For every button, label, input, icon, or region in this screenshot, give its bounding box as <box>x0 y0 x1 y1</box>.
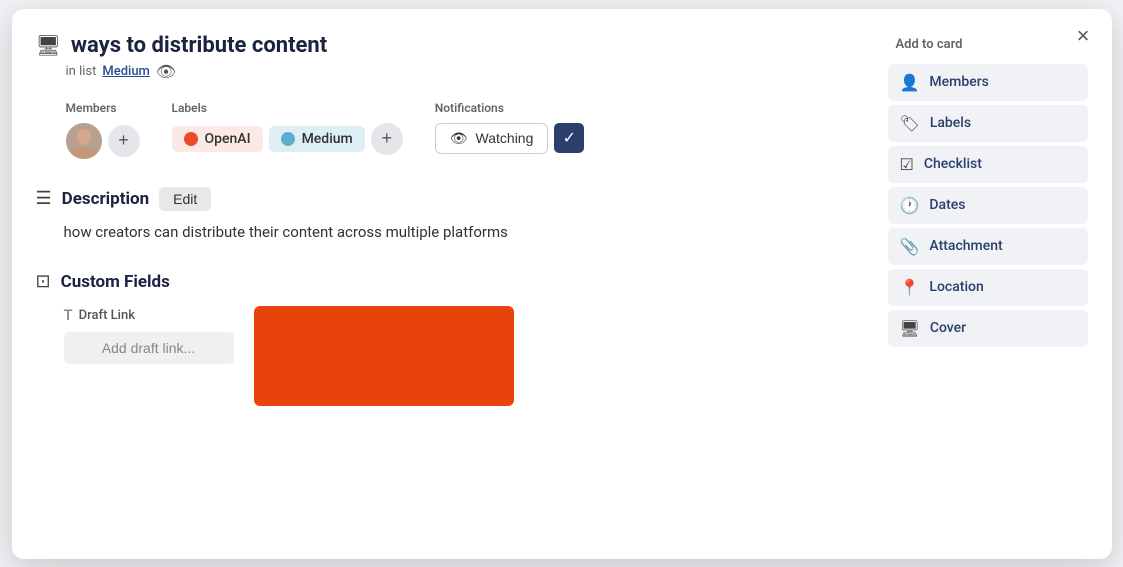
description-section: ☰ Description Edit how creators can dist… <box>36 187 856 244</box>
notifications-meta: Notifications 👁 Watching ✓ <box>435 101 585 154</box>
labels-icon: 🏷 <box>900 114 920 133</box>
watching-eye-icon: 👁 <box>450 130 468 147</box>
add-draft-link-button[interactable]: Add draft link... <box>64 332 234 364</box>
sidebar-item-location[interactable]: 📍 Location <box>888 269 1088 306</box>
sidebar-label-attachment: Attachment <box>929 238 1002 254</box>
description-icon: ☰ <box>36 188 52 209</box>
sidebar-label-checklist: Checklist <box>924 156 982 172</box>
custom-fields-section: ⊡ Custom Fields T Draft Link Add draft l… <box>36 271 856 406</box>
description-text: how creators can distribute their conten… <box>64 221 856 244</box>
sidebar-label-dates: Dates <box>929 197 965 213</box>
location-icon: 📍 <box>900 278 920 297</box>
watch-icon: 👁 <box>156 62 176 81</box>
watching-check-button[interactable]: ✓ <box>554 123 584 153</box>
labels-meta: Labels OpenAI Medium + <box>172 101 403 155</box>
sidebar-label-members: Members <box>929 74 988 90</box>
cover-icon: 🖥 <box>900 319 920 338</box>
field-type-icon: T <box>64 306 73 324</box>
card-title: ways to distribute content <box>71 33 327 58</box>
sidebar-item-members[interactable]: 👤 Members <box>888 64 1088 101</box>
card-type-icon: 🖥 <box>36 33 61 57</box>
watching-button[interactable]: 👁 Watching <box>435 123 549 154</box>
watching-label: Watching <box>476 130 534 146</box>
field-name: Draft Link <box>79 308 135 323</box>
openai-dot <box>184 132 198 146</box>
members-label: Members <box>66 101 140 115</box>
sidebar-label-location: Location <box>929 279 983 295</box>
orange-placeholder <box>254 306 514 406</box>
custom-fields-icon: ⊡ <box>36 271 51 292</box>
list-link[interactable]: Medium <box>102 64 150 79</box>
medium-label-text: Medium <box>302 131 353 147</box>
close-button[interactable]: × <box>1071 23 1096 49</box>
sidebar-item-checklist[interactable]: ☑ Checklist <box>888 146 1088 183</box>
custom-fields-title: Custom Fields <box>61 272 170 292</box>
card-modal: × 🖥 ways to distribute content in list M… <box>12 9 1112 559</box>
sidebar-item-labels[interactable]: 🏷 Labels <box>888 105 1088 142</box>
label-medium[interactable]: Medium <box>269 126 365 152</box>
field-col: T Draft Link Add draft link... <box>64 306 234 364</box>
sidebar-item-attachment[interactable]: 📎 Attachment <box>888 228 1088 265</box>
labels-row: OpenAI Medium + <box>172 123 403 155</box>
edit-description-button[interactable]: Edit <box>159 187 211 211</box>
notifications-label: Notifications <box>435 101 585 115</box>
members-icon: 👤 <box>900 73 920 92</box>
avatar[interactable] <box>66 123 102 159</box>
field-label: T Draft Link <box>64 306 234 324</box>
medium-dot <box>281 132 295 146</box>
meta-row: Members + Labels <box>66 101 856 159</box>
sidebar: Add to card 👤 Members 🏷 Labels ☑ Checkli… <box>888 33 1088 535</box>
in-list-label: in list <box>66 64 97 79</box>
custom-field-row: T Draft Link Add draft link... <box>64 306 856 406</box>
label-openai[interactable]: OpenAI <box>172 126 263 152</box>
openai-label-text: OpenAI <box>205 131 251 147</box>
custom-fields-header: ⊡ Custom Fields <box>36 271 856 292</box>
sidebar-item-dates[interactable]: 🕐 Dates <box>888 187 1088 224</box>
sidebar-label-labels: Labels <box>930 115 971 131</box>
sidebar-header: Add to card <box>888 37 1088 52</box>
card-subtitle: in list Medium 👁 <box>66 62 856 81</box>
labels-label: Labels <box>172 101 403 115</box>
attachment-icon: 📎 <box>900 237 920 256</box>
card-title-row: 🖥 ways to distribute content <box>36 33 856 58</box>
add-member-button[interactable]: + <box>108 125 140 157</box>
add-label-button[interactable]: + <box>371 123 403 155</box>
main-content: 🖥 ways to distribute content in list Med… <box>36 33 888 535</box>
sidebar-label-cover: Cover <box>930 320 966 336</box>
members-row: + <box>66 123 140 159</box>
members-meta: Members + <box>66 101 140 159</box>
checklist-icon: ☑ <box>900 155 914 174</box>
description-title: Description <box>62 189 149 209</box>
dates-icon: 🕐 <box>900 196 920 215</box>
description-header: ☰ Description Edit <box>36 187 856 211</box>
sidebar-item-cover[interactable]: 🖥 Cover <box>888 310 1088 347</box>
